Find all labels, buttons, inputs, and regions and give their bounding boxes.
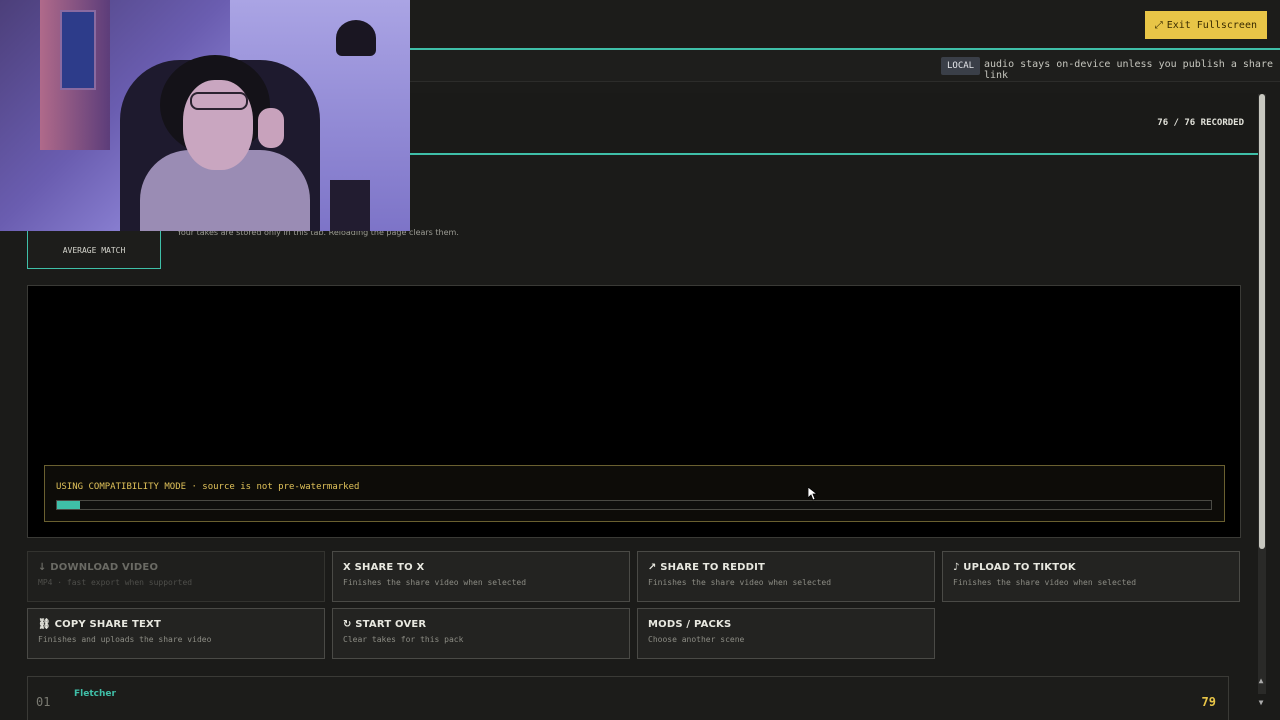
take-number: 01 [36,695,51,709]
video-player[interactable]: USING COMPATIBILITY MODE · source is not… [27,285,1241,538]
start-over-button[interactable]: ↻ START OVER Clear takes for this pack [332,608,630,659]
take-score: 79 [1201,695,1216,709]
exit-fullscreen-button[interactable]: ⤢ Exit Fullscreen [1144,11,1267,39]
average-match-card: AVERAGE MATCH [27,230,161,269]
export-progress-bar [56,500,1212,510]
exit-fullscreen-label: Exit Fullscreen [1166,19,1257,31]
webcam-preview [0,0,410,231]
app-page: ⤢ Exit Fullscreen LOCAL audio stays on-d… [0,0,1280,720]
refresh-icon: ↻ [343,619,352,630]
music-note-icon: ♪ [953,562,960,573]
copy-share-text-button[interactable]: ⛓ COPY SHARE TEXT Finishes and uploads t… [27,608,325,659]
upload-to-tiktok-button[interactable]: ♪ UPLOAD TO TIKTOK Finishes the share vi… [942,551,1240,602]
compatibility-text: USING COMPATIBILITY MODE · source is not… [56,482,360,492]
compatibility-panel: USING COMPATIBILITY MODE · source is not… [44,465,1225,522]
recorded-count: 76 / 76 RECORDED [1157,118,1244,128]
export-progress-fill [57,501,81,509]
privacy-text: audio stays on-device unless you publish… [984,59,1273,81]
mods-packs-button[interactable]: MODS / PACKS Choose another scene [637,608,935,659]
scrollbar-thumb[interactable] [1259,94,1265,549]
share-to-x-button[interactable]: X SHARE TO X Finishes the share video wh… [332,551,630,602]
take-row[interactable]: 01 Fletcher 79 [27,676,1229,720]
average-match-label: AVERAGE MATCH [62,246,126,255]
arrow-up-right-icon: ↗ [648,562,657,573]
scroll-up-icon[interactable]: ▲ [1256,676,1266,686]
expand-arrows-icon: ⤢ [1154,19,1163,31]
take-character: Fletcher [74,689,116,699]
share-to-reddit-button[interactable]: ↗ SHARE TO REDDIT Finishes the share vid… [637,551,935,602]
download-icon: ↓ [38,562,47,573]
local-badge: LOCAL [941,57,981,75]
link-icon: ⛓ [38,619,51,630]
page-scrollbar[interactable] [1258,94,1266,694]
download-video-button[interactable]: ↓ DOWNLOAD VIDEO MP4 · fast export when … [27,551,325,602]
scroll-down-icon[interactable]: ▼ [1256,698,1266,708]
x-logo-icon: X [343,562,351,573]
